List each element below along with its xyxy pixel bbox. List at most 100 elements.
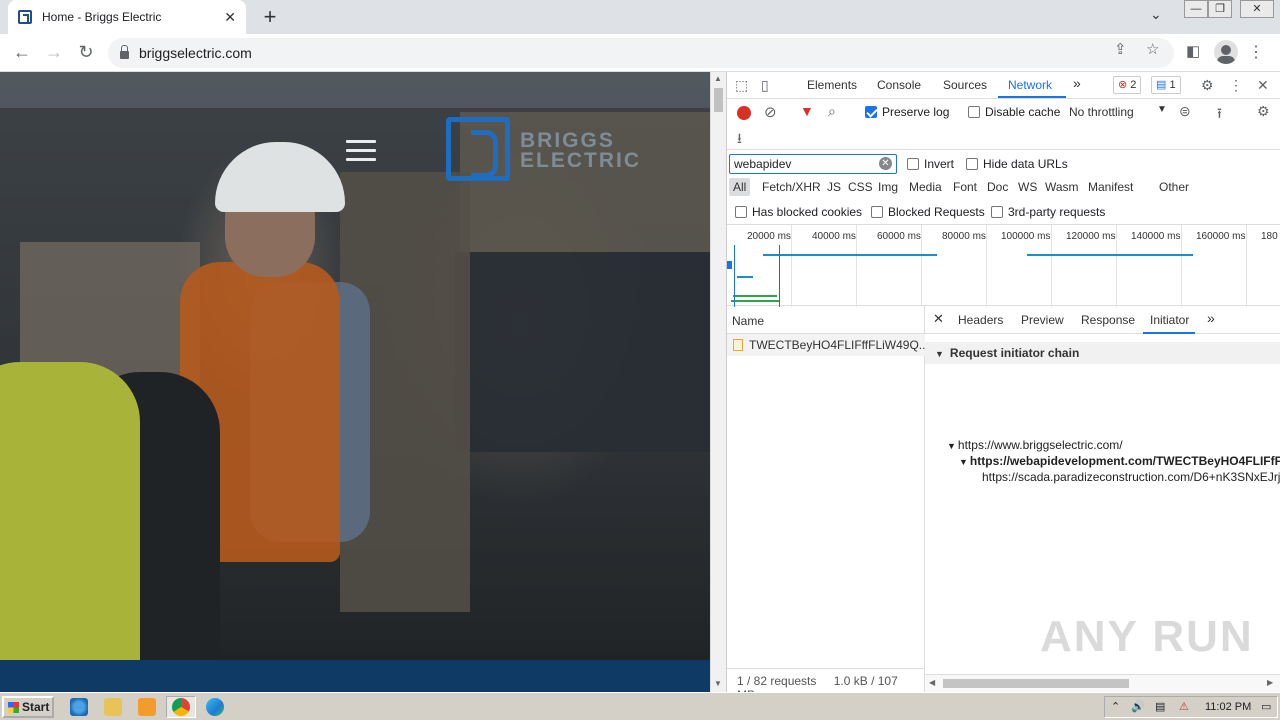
devtools-menu-icon[interactable]: ⋮ bbox=[1229, 77, 1243, 94]
tab-search-icon[interactable]: ⌄ bbox=[1150, 6, 1162, 23]
type-ws[interactable]: WS bbox=[1014, 178, 1041, 196]
throttling-dropdown-icon[interactable]: ▼ bbox=[1157, 104, 1167, 115]
tab-response[interactable]: Response bbox=[1081, 313, 1135, 327]
blocked-requests-check[interactable] bbox=[871, 206, 883, 218]
close-devtools-icon[interactable]: ✕ bbox=[1257, 77, 1269, 94]
profile-avatar[interactable] bbox=[1214, 40, 1238, 64]
hamburger-menu-icon[interactable] bbox=[346, 140, 376, 167]
type-img[interactable]: Img bbox=[874, 178, 902, 196]
restore-icon[interactable]: ❐ bbox=[1208, 0, 1232, 18]
chain-item[interactable]: https://scada.paradizeconstruction.com/D… bbox=[982, 470, 1280, 484]
messages-badge[interactable]: ▤ 1 bbox=[1151, 76, 1181, 94]
scroll-thumb[interactable] bbox=[714, 88, 723, 112]
record-icon[interactable] bbox=[737, 106, 751, 120]
site-logo[interactable]: BRIGGS ELECTRIC bbox=[446, 117, 662, 181]
hide-data-urls-check[interactable] bbox=[966, 158, 978, 170]
clear-icon[interactable]: ⊘ bbox=[764, 103, 777, 121]
initiator-chain-header[interactable]: ▼ Request initiator chain bbox=[925, 342, 1280, 364]
new-tab-button[interactable]: + bbox=[258, 4, 282, 30]
page-scrollbar[interactable]: ▲ ▼ bbox=[710, 72, 726, 692]
volume-icon[interactable]: 🔊 bbox=[1131, 700, 1145, 713]
reload-icon[interactable]: ↻ bbox=[74, 40, 98, 64]
tab-console[interactable]: Console bbox=[877, 78, 921, 92]
tab-preview[interactable]: Preview bbox=[1021, 313, 1064, 327]
clear-filter-icon[interactable]: ✕ bbox=[879, 157, 892, 170]
network-icon[interactable]: ▤ bbox=[1155, 700, 1165, 713]
preserve-log-checkbox[interactable]: Preserve log bbox=[865, 105, 949, 119]
export-har-icon[interactable]: ⭳ bbox=[737, 128, 742, 152]
network-settings-icon[interactable]: ⚙ bbox=[1257, 103, 1270, 120]
tray-expand-icon[interactable]: ⌃ bbox=[1111, 700, 1120, 713]
tab-initiator[interactable]: Initiator bbox=[1150, 313, 1189, 327]
inspect-element-icon[interactable]: ⬚ bbox=[735, 77, 748, 94]
internet-explorer-icon[interactable] bbox=[70, 698, 88, 716]
invert-check[interactable] bbox=[907, 158, 919, 170]
search-icon[interactable]: ⌕ bbox=[828, 103, 836, 120]
tab-headers[interactable]: Headers bbox=[958, 313, 1003, 327]
menu-kebab-icon[interactable]: ⋮ bbox=[1248, 42, 1264, 62]
tab-elements[interactable]: Elements bbox=[807, 78, 857, 92]
network-overview-timeline[interactable]: 20000 ms 40000 ms 60000 ms 80000 ms 1000… bbox=[727, 224, 1280, 307]
close-tab-icon[interactable]: ✕ bbox=[224, 9, 236, 26]
type-other[interactable]: Other bbox=[1155, 178, 1193, 196]
scroll-left-icon[interactable]: ◀ bbox=[929, 678, 935, 687]
minimize-icon[interactable]: — bbox=[1184, 0, 1208, 18]
more-tabs-icon[interactable]: » bbox=[1073, 75, 1081, 91]
media-player-icon[interactable] bbox=[138, 698, 156, 716]
browser-tab[interactable]: Home - Briggs Electric ✕ bbox=[8, 0, 246, 34]
third-party-checkbox[interactable]: 3rd-party requests bbox=[991, 205, 1105, 219]
show-desktop-icon[interactable]: ▭ bbox=[1261, 700, 1271, 713]
type-js[interactable]: JS bbox=[823, 178, 845, 196]
close-detail-icon[interactable]: ✕ bbox=[933, 311, 944, 327]
import-har-icon[interactable]: ⭱ bbox=[1217, 103, 1222, 127]
security-icon[interactable]: ⚠ bbox=[1179, 700, 1189, 713]
more-detail-tabs-icon[interactable]: » bbox=[1207, 310, 1215, 326]
preserve-log-check[interactable] bbox=[865, 106, 877, 118]
close-window-icon[interactable]: ✕ bbox=[1240, 0, 1274, 18]
type-fetch-xhr[interactable]: Fetch/XHR bbox=[758, 178, 825, 196]
disable-cache-checkbox[interactable]: Disable cache bbox=[968, 105, 1060, 119]
start-button[interactable]: Start bbox=[2, 696, 54, 718]
blocked-requests-checkbox[interactable]: Blocked Requests bbox=[871, 205, 985, 219]
name-column-header[interactable]: Name bbox=[727, 306, 925, 334]
share-icon[interactable]: ⇪ bbox=[1114, 40, 1127, 58]
chain-item-selected[interactable]: ▼ https://webapidevelopment.com/TWECTBeyH… bbox=[959, 454, 1280, 468]
type-doc[interactable]: Doc bbox=[983, 178, 1012, 196]
back-icon[interactable]: ← bbox=[10, 40, 34, 64]
type-wasm[interactable]: Wasm bbox=[1041, 178, 1083, 196]
request-row[interactable]: TWECTBeyHO4FLIFffFLiW49Q... bbox=[727, 334, 925, 356]
network-conditions-icon[interactable]: ⊜ bbox=[1179, 103, 1191, 120]
type-all[interactable]: All bbox=[729, 178, 751, 196]
scroll-thumb[interactable] bbox=[943, 679, 1129, 688]
hide-data-urls-checkbox[interactable]: Hide data URLs bbox=[966, 157, 1068, 171]
settings-gear-icon[interactable]: ⚙ bbox=[1201, 77, 1214, 94]
invert-checkbox[interactable]: Invert bbox=[907, 157, 954, 171]
side-panel-icon[interactable]: ◧ bbox=[1186, 42, 1200, 60]
blocked-cookies-check[interactable] bbox=[735, 206, 747, 218]
chrome-taskbar-button[interactable] bbox=[166, 696, 196, 718]
third-party-check[interactable] bbox=[991, 206, 1003, 218]
bookmark-star-icon[interactable]: ☆ bbox=[1146, 40, 1159, 58]
detail-horizontal-scrollbar[interactable]: ◀ ▶ bbox=[925, 674, 1280, 692]
errors-badge[interactable]: ⊗ 2 bbox=[1113, 76, 1142, 94]
tab-sources[interactable]: Sources bbox=[943, 78, 987, 92]
chain-item[interactable]: ▼ https://www.briggselectric.com/ bbox=[947, 438, 1123, 452]
scroll-right-icon[interactable]: ▶ bbox=[1267, 678, 1273, 687]
scroll-up-icon[interactable]: ▲ bbox=[714, 74, 722, 83]
edge-icon[interactable] bbox=[206, 698, 224, 716]
device-toolbar-icon[interactable]: ▯ bbox=[761, 77, 769, 94]
file-explorer-icon[interactable] bbox=[104, 698, 122, 716]
forward-icon[interactable]: → bbox=[42, 40, 66, 64]
filter-input[interactable]: webapidev bbox=[729, 154, 897, 174]
type-media[interactable]: Media bbox=[905, 178, 946, 196]
filter-icon[interactable]: ▼ bbox=[800, 103, 814, 119]
blocked-cookies-checkbox[interactable]: Has blocked cookies bbox=[735, 205, 862, 219]
type-font[interactable]: Font bbox=[949, 178, 981, 196]
scroll-down-icon[interactable]: ▼ bbox=[714, 679, 722, 688]
throttling-select[interactable]: No throttling bbox=[1069, 105, 1134, 119]
type-css[interactable]: CSS bbox=[844, 178, 877, 196]
disable-cache-check[interactable] bbox=[968, 106, 980, 118]
address-bar[interactable]: briggselectric.com bbox=[108, 38, 1174, 68]
tab-network[interactable]: Network bbox=[1008, 78, 1052, 92]
type-manifest[interactable]: Manifest bbox=[1084, 178, 1137, 196]
